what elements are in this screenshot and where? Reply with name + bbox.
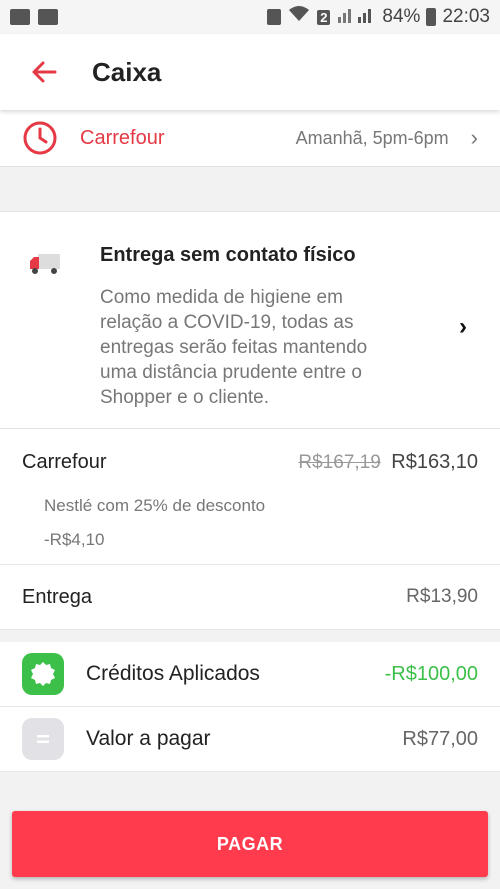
- image-notification-icon: [10, 9, 30, 25]
- contactless-delivery-card[interactable]: Entrega sem contato físico Como medida d…: [0, 212, 500, 429]
- status-bar: 2 84% 22:03: [0, 0, 500, 34]
- new-price: R$163,10: [391, 451, 478, 473]
- contact-title: Entrega sem contato físico: [100, 244, 356, 266]
- truck-icon: [28, 252, 72, 414]
- promo-label: Nestlé com 25% de desconto: [44, 496, 266, 515]
- arrow-left-icon: [32, 61, 57, 83]
- page-title: Caixa: [92, 56, 162, 87]
- section-divider: [0, 630, 500, 642]
- alarm-icon: [267, 9, 282, 25]
- total-label: Valor a pagar: [86, 727, 211, 750]
- equals-icon: [22, 718, 64, 760]
- credits-row: Créditos Aplicados -R$100,00: [0, 642, 500, 707]
- pay-button[interactable]: PAGAR: [12, 811, 488, 877]
- voicemail-icon: [38, 9, 58, 25]
- clock-icon: [23, 121, 57, 155]
- chevron-right-icon: ›: [470, 125, 478, 150]
- signal-icon: [336, 5, 376, 29]
- delivery-slot-row[interactable]: Carrefour Amanhã, 5pm-6pm ›: [0, 110, 500, 167]
- store-name: Carrefour: [22, 451, 107, 473]
- credits-label: Créditos Aplicados: [86, 662, 260, 685]
- delivery-fee-row: Entrega R$13,90: [0, 565, 500, 630]
- old-price: R$167,19: [298, 452, 381, 473]
- wifi-icon: [287, 5, 311, 29]
- badge-icon: [22, 653, 64, 695]
- back-button[interactable]: [22, 50, 66, 94]
- total-row: Valor a pagar R$77,00: [0, 707, 500, 772]
- credits-value: -R$100,00: [384, 662, 478, 685]
- battery-percent: 84%: [382, 6, 421, 27]
- chevron-right-icon: ›: [459, 313, 467, 340]
- battery-icon: [426, 8, 437, 26]
- delivery-label: Entrega: [22, 585, 93, 608]
- pay-area: PAGAR: [0, 797, 500, 889]
- slot-store: Carrefour: [80, 126, 165, 149]
- clock: 22:03: [442, 6, 490, 27]
- slot-time: Amanhã, 5pm-6pm: [295, 127, 449, 148]
- total-value: R$77,00: [402, 727, 478, 750]
- payment-summary: Créditos Aplicados -R$100,00 Valor a pag…: [0, 642, 500, 772]
- contact-description: Como medida de higiene em relação a COVI…: [100, 287, 368, 408]
- section-divider: [0, 167, 500, 212]
- store-summary: Carrefour R$167,19 R$163,10 Nestlé com 2…: [0, 429, 500, 565]
- sim-badge: 2: [317, 9, 331, 25]
- promo-value: -R$4,10: [44, 530, 105, 549]
- app-bar: Caixa: [0, 34, 500, 110]
- delivery-value: R$13,90: [406, 586, 478, 607]
